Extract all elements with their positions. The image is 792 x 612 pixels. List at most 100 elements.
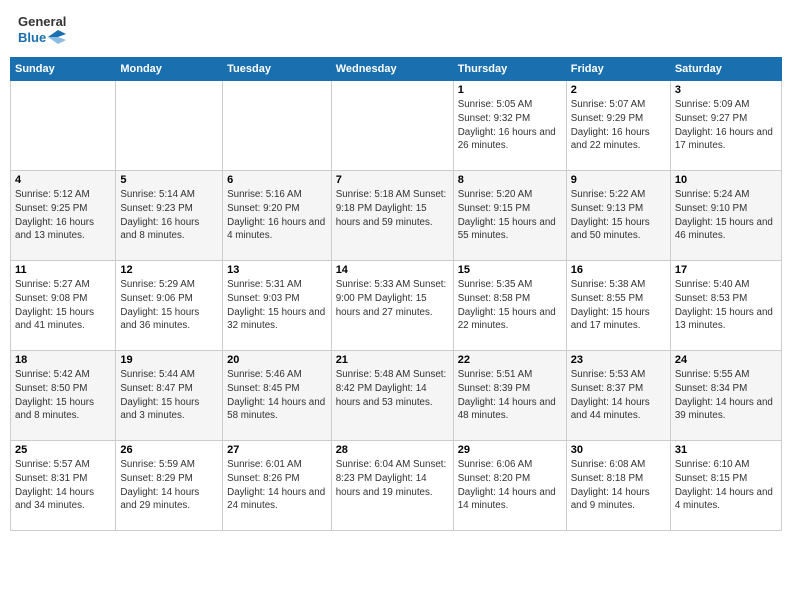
weekday-header-row: SundayMondayTuesdayWednesdayThursdayFrid… (11, 58, 782, 81)
day-number: 4 (15, 174, 111, 186)
calendar-cell: 6 Sunrise: 5:16 AM Sunset: 9:20 PM Daylig… (223, 171, 332, 261)
day-number: 21 (336, 354, 449, 366)
day-number: 27 (227, 444, 327, 456)
day-content: Sunrise: 5:27 AM Sunset: 9:08 PM Dayligh… (15, 278, 111, 333)
day-content: Sunrise: 5:35 AM Sunset: 8:58 PM Dayligh… (458, 278, 562, 333)
calendar-cell: 16 Sunrise: 5:38 AM Sunset: 8:55 PM Dayli… (566, 261, 670, 351)
day-content: Sunrise: 5:18 AM Sunset: 9:18 PM Dayligh… (336, 188, 449, 229)
day-number: 7 (336, 174, 449, 186)
day-number: 30 (571, 444, 666, 456)
day-content: Sunrise: 5:12 AM Sunset: 9:25 PM Dayligh… (15, 188, 111, 243)
calendar-cell: 1 Sunrise: 5:05 AM Sunset: 9:32 PM Daylig… (453, 81, 566, 171)
day-number: 17 (675, 264, 777, 276)
weekday-header-friday: Friday (566, 58, 670, 81)
calendar-cell: 14 Sunrise: 5:33 AM Sunset: 9:00 PM Dayli… (331, 261, 453, 351)
day-content: Sunrise: 5:40 AM Sunset: 8:53 PM Dayligh… (675, 278, 777, 333)
calendar-cell (11, 81, 116, 171)
calendar-table: SundayMondayTuesdayWednesdayThursdayFrid… (10, 57, 782, 531)
day-number: 23 (571, 354, 666, 366)
day-content: Sunrise: 6:08 AM Sunset: 8:18 PM Dayligh… (571, 458, 666, 513)
calendar-cell: 2 Sunrise: 5:07 AM Sunset: 9:29 PM Daylig… (566, 81, 670, 171)
calendar-cell: 22Sunrise: 5:51 AM Sunset: 8:39 PM Dayli… (453, 351, 566, 441)
calendar-cell: 3 Sunrise: 5:09 AM Sunset: 9:27 PM Daylig… (670, 81, 781, 171)
day-content: Sunrise: 5:16 AM Sunset: 9:20 PM Dayligh… (227, 188, 327, 243)
calendar-cell (116, 81, 223, 171)
day-number: 3 (675, 84, 777, 96)
day-number: 6 (227, 174, 327, 186)
day-content: Sunrise: 6:04 AM Sunset: 8:23 PM Dayligh… (336, 458, 449, 499)
day-content: Sunrise: 5:29 AM Sunset: 9:06 PM Dayligh… (120, 278, 218, 333)
day-content: Sunrise: 6:10 AM Sunset: 8:15 PM Dayligh… (675, 458, 777, 513)
calendar-cell: 23 Sunrise: 5:53 AM Sunset: 8:37 PM Dayli… (566, 351, 670, 441)
day-number: 24 (675, 354, 777, 366)
calendar-cell: 29 Sunrise: 6:06 AM Sunset: 8:20 PM Dayli… (453, 441, 566, 531)
day-content: Sunrise: 5:24 AM Sunset: 9:10 PM Dayligh… (675, 188, 777, 243)
day-number: 26 (120, 444, 218, 456)
calendar-cell: 30 Sunrise: 6:08 AM Sunset: 8:18 PM Dayli… (566, 441, 670, 531)
day-content: Sunrise: 5:48 AM Sunset: 8:42 PM Dayligh… (336, 368, 449, 409)
week-row-3: 11 Sunrise: 5:27 AM Sunset: 9:08 PM Dayli… (11, 261, 782, 351)
day-content: Sunrise: 5:46 AM Sunset: 8:45 PM Dayligh… (227, 368, 327, 423)
day-number: 28 (336, 444, 449, 456)
day-number: 11 (15, 264, 111, 276)
weekday-header-thursday: Thursday (453, 58, 566, 81)
calendar-cell: 8Sunrise: 5:20 AM Sunset: 9:15 PM Daylig… (453, 171, 566, 261)
day-content: Sunrise: 5:31 AM Sunset: 9:03 PM Dayligh… (227, 278, 327, 333)
day-number: 25 (15, 444, 111, 456)
day-content: Sunrise: 5:38 AM Sunset: 8:55 PM Dayligh… (571, 278, 666, 333)
calendar-cell: 7 Sunrise: 5:18 AM Sunset: 9:18 PM Daylig… (331, 171, 453, 261)
day-number: 2 (571, 84, 666, 96)
weekday-header-monday: Monday (116, 58, 223, 81)
day-number: 14 (336, 264, 449, 276)
day-content: Sunrise: 5:22 AM Sunset: 9:13 PM Dayligh… (571, 188, 666, 243)
week-row-2: 4 Sunrise: 5:12 AM Sunset: 9:25 PM Daylig… (11, 171, 782, 261)
calendar-cell: 17 Sunrise: 5:40 AM Sunset: 8:53 PM Dayli… (670, 261, 781, 351)
day-number: 16 (571, 264, 666, 276)
calendar-cell: 24Sunrise: 5:55 AM Sunset: 8:34 PM Dayli… (670, 351, 781, 441)
day-number: 1 (458, 84, 562, 96)
day-number: 18 (15, 354, 111, 366)
day-content: Sunrise: 5:07 AM Sunset: 9:29 PM Dayligh… (571, 98, 666, 153)
day-number: 9 (571, 174, 666, 186)
calendar-cell: 12 Sunrise: 5:29 AM Sunset: 9:06 PM Dayli… (116, 261, 223, 351)
weekday-header-wednesday: Wednesday (331, 58, 453, 81)
calendar-cell: 13 Sunrise: 5:31 AM Sunset: 9:03 PM Dayli… (223, 261, 332, 351)
day-number: 20 (227, 354, 327, 366)
day-content: Sunrise: 5:09 AM Sunset: 9:27 PM Dayligh… (675, 98, 777, 153)
calendar-cell: 25Sunrise: 5:57 AM Sunset: 8:31 PM Dayli… (11, 441, 116, 531)
week-row-1: 1 Sunrise: 5:05 AM Sunset: 9:32 PM Daylig… (11, 81, 782, 171)
calendar-cell: 31 Sunrise: 6:10 AM Sunset: 8:15 PM Dayli… (670, 441, 781, 531)
calendar-cell: 11 Sunrise: 5:27 AM Sunset: 9:08 PM Dayli… (11, 261, 116, 351)
day-content: Sunrise: 5:53 AM Sunset: 8:37 PM Dayligh… (571, 368, 666, 423)
calendar-cell: 9 Sunrise: 5:22 AM Sunset: 9:13 PM Daylig… (566, 171, 670, 261)
calendar-cell: 21 Sunrise: 5:48 AM Sunset: 8:42 PM Dayli… (331, 351, 453, 441)
day-number: 5 (120, 174, 218, 186)
day-number: 19 (120, 354, 218, 366)
week-row-4: 18 Sunrise: 5:42 AM Sunset: 8:50 PM Dayli… (11, 351, 782, 441)
day-content: Sunrise: 5:05 AM Sunset: 9:32 PM Dayligh… (458, 98, 562, 153)
logo-text: General Blue (18, 14, 66, 45)
weekday-header-sunday: Sunday (11, 58, 116, 81)
calendar-cell: 19Sunrise: 5:44 AM Sunset: 8:47 PM Dayli… (116, 351, 223, 441)
day-content: Sunrise: 5:33 AM Sunset: 9:00 PM Dayligh… (336, 278, 449, 319)
day-number: 15 (458, 264, 562, 276)
day-number: 13 (227, 264, 327, 276)
day-number: 29 (458, 444, 562, 456)
calendar-cell: 28 Sunrise: 6:04 AM Sunset: 8:23 PM Dayli… (331, 441, 453, 531)
calendar-cell (223, 81, 332, 171)
week-row-5: 25Sunrise: 5:57 AM Sunset: 8:31 PM Dayli… (11, 441, 782, 531)
day-number: 22 (458, 354, 562, 366)
day-content: Sunrise: 5:20 AM Sunset: 9:15 PM Dayligh… (458, 188, 562, 243)
day-number: 12 (120, 264, 218, 276)
day-number: 31 (675, 444, 777, 456)
calendar-cell: 10Sunrise: 5:24 AM Sunset: 9:10 PM Dayli… (670, 171, 781, 261)
calendar-cell: 4 Sunrise: 5:12 AM Sunset: 9:25 PM Daylig… (11, 171, 116, 261)
logo: General Blue (18, 14, 66, 45)
day-content: Sunrise: 5:59 AM Sunset: 8:29 PM Dayligh… (120, 458, 218, 513)
calendar-cell: 5Sunrise: 5:14 AM Sunset: 9:23 PM Daylig… (116, 171, 223, 261)
logo-bird-icon (48, 30, 66, 44)
day-content: Sunrise: 5:42 AM Sunset: 8:50 PM Dayligh… (15, 368, 111, 423)
day-content: Sunrise: 6:06 AM Sunset: 8:20 PM Dayligh… (458, 458, 562, 513)
calendar-cell: 15 Sunrise: 5:35 AM Sunset: 8:58 PM Dayli… (453, 261, 566, 351)
calendar-cell: 20 Sunrise: 5:46 AM Sunset: 8:45 PM Dayli… (223, 351, 332, 441)
